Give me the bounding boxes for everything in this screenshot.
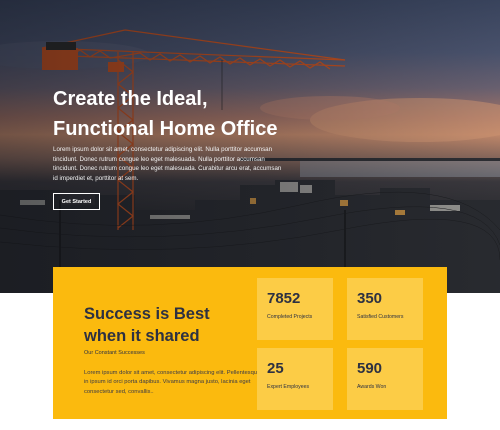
stat-value: 25 bbox=[267, 360, 284, 377]
hero-section: Create the Ideal, Functional Home Office… bbox=[0, 0, 500, 293]
stat-label: Awards Won bbox=[357, 384, 387, 390]
panel-subheading: Our Constant Successes bbox=[84, 350, 145, 356]
hero-title: Create the Ideal, Functional Home Office bbox=[53, 84, 353, 144]
stat-card-completed-projects: 7852 Completed Projects bbox=[257, 278, 333, 340]
get-started-button[interactable]: Get Started bbox=[53, 193, 100, 210]
hero-title-line-1: Create the Ideal, bbox=[53, 88, 208, 110]
stat-label: Completed Projects bbox=[267, 314, 313, 320]
stat-card-satisfied-customers: 350 Satisfied Customers bbox=[347, 278, 423, 340]
success-panel: Success is Best when it shared Our Const… bbox=[53, 267, 447, 419]
stat-label: Satisfied Customers bbox=[357, 314, 404, 320]
panel-heading: Success is Best when it shared bbox=[84, 305, 210, 345]
stat-value: 590 bbox=[357, 360, 383, 377]
stat-value: 7852 bbox=[267, 290, 301, 307]
hero-title-line-2: Functional Home Office bbox=[53, 118, 278, 140]
stat-label: Expert Employees bbox=[267, 384, 310, 390]
panel-body-text: Lorem ipsum dolor sit amet, consectetur … bbox=[84, 370, 261, 395]
stat-value: 350 bbox=[357, 290, 383, 307]
stat-card-awards-won: 590 Awards Won bbox=[347, 348, 423, 410]
stat-card-expert-employees: 25 Expert Employees bbox=[257, 348, 333, 410]
hero-description: Lorem ipsum dolor sit amet, consectetur … bbox=[53, 146, 282, 182]
